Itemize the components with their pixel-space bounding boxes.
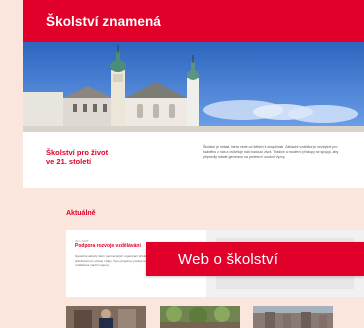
thumbnail-photo-3 <box>253 306 333 328</box>
thumbnail-1[interactable] <box>66 306 146 328</box>
hero-image <box>23 42 364 132</box>
hero-title: Školství znamená <box>46 14 161 29</box>
overlay-banner[interactable]: Web o školství <box>146 242 364 276</box>
intro-text: Školství je oblast, která vede od dětstv… <box>203 145 339 160</box>
thumbnail-photo-1 <box>66 306 146 328</box>
thumbnail-photo-2 <box>160 306 240 328</box>
news-card-title[interactable]: Podpora rozvoje vzdělávání <box>75 243 141 249</box>
overlay-banner-text: Web o školství <box>178 251 279 268</box>
news-heading: Aktuálně <box>66 210 96 217</box>
thumbnail-3[interactable] <box>253 306 333 328</box>
hero-photo <box>23 42 364 132</box>
app-root: Školství znamená Školství pro život ve 2… <box>0 0 364 328</box>
thumbnail-2[interactable] <box>160 306 240 328</box>
intro-heading: Školství pro život ve 21. století <box>46 148 109 166</box>
